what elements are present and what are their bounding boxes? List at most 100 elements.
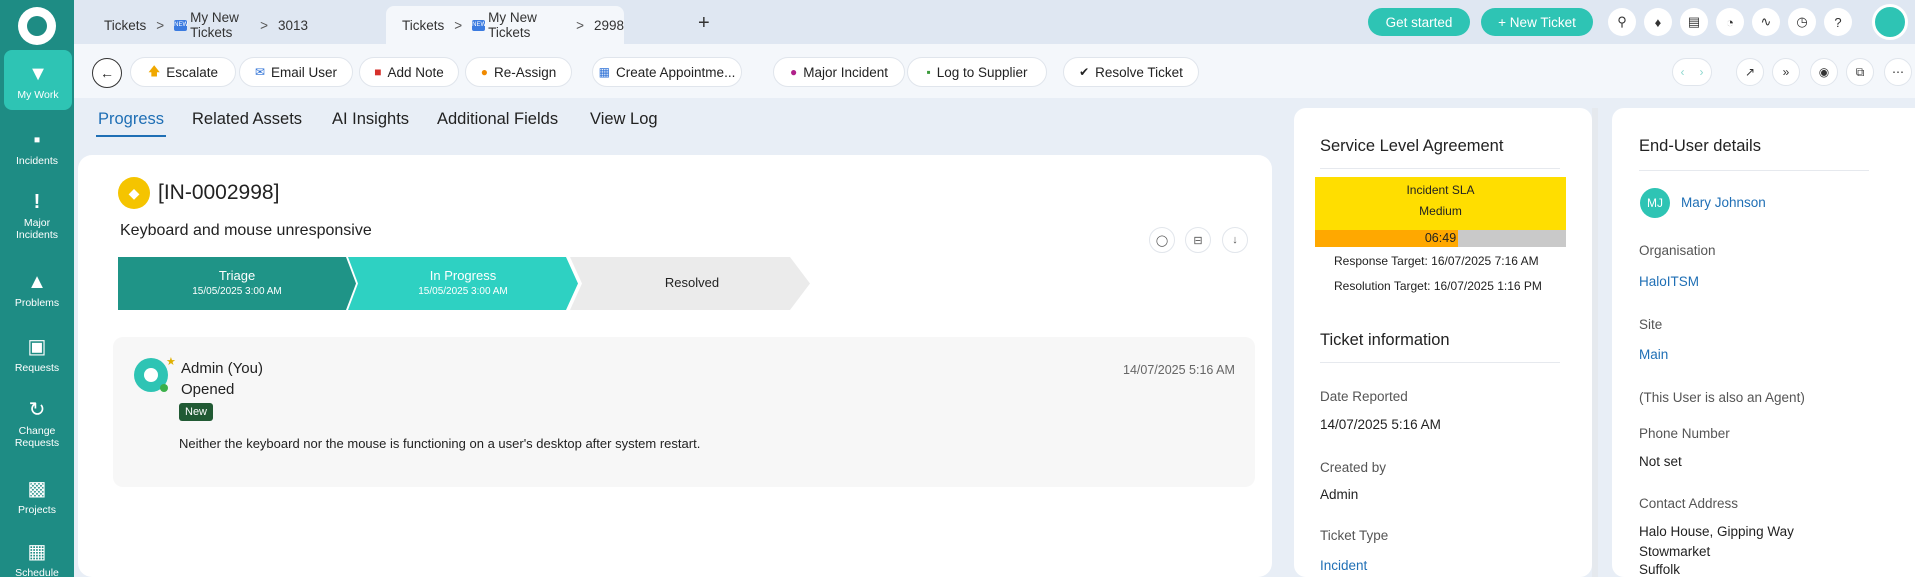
sidebar-item-incidents[interactable]: ▪ Incidents bbox=[0, 128, 74, 167]
tab-ticket-3013[interactable]: Tickets > NEW My New Tickets > 3013 bbox=[88, 6, 308, 44]
ticket-id: [IN-0002998] bbox=[158, 181, 280, 204]
action-label: Log to Supplier bbox=[936, 64, 1028, 80]
exclamation-icon: ! bbox=[33, 191, 41, 213]
double-chevron-icon[interactable]: » bbox=[1772, 58, 1800, 86]
escalate-button[interactable]: 🡅 Escalate bbox=[130, 57, 236, 87]
organisation-link[interactable]: HaloITSM bbox=[1639, 274, 1699, 289]
status-badge: New bbox=[179, 403, 214, 421]
clipboard-icon[interactable]: ▤ bbox=[1680, 8, 1708, 36]
address-line-1: Halo House, Gipping Way bbox=[1639, 524, 1794, 539]
add-tab-button[interactable]: + bbox=[698, 12, 710, 35]
collapse-icon[interactable]: ⊟ bbox=[1185, 227, 1211, 253]
ticket-title: Keyboard and mouse unresponsive bbox=[120, 222, 372, 239]
sidebar-item-label: Schedule bbox=[15, 567, 59, 577]
site-label: Site bbox=[1639, 317, 1663, 332]
chevron-left-icon[interactable]: ‹ bbox=[1681, 65, 1685, 79]
top-bar: Tickets > NEW My New Tickets > 3013 Tick… bbox=[74, 0, 1915, 44]
email-user-button[interactable]: ✉ Email User bbox=[239, 57, 353, 87]
add-note-button[interactable]: ■ Add Note bbox=[359, 57, 459, 87]
note-body: Neither the keyboard nor the mouse is fu… bbox=[179, 436, 701, 451]
created-by-label: Created by bbox=[1320, 460, 1387, 475]
end-user-title: End-User details bbox=[1639, 137, 1761, 155]
action-label: Add Note bbox=[387, 64, 444, 80]
sidebar-item-major-incidents[interactable]: ! Major Incidents bbox=[0, 190, 74, 241]
sidebar-item-requests[interactable]: ▣ Requests bbox=[0, 335, 74, 374]
ticket-type-icon: ◆ bbox=[118, 177, 150, 209]
stage-date: 15/05/2025 3:00 AM bbox=[418, 286, 508, 297]
tab-ticket-2998[interactable]: Tickets > NEW My New Tickets > 2998 bbox=[386, 6, 624, 44]
get-started-button[interactable]: Get started bbox=[1368, 8, 1470, 36]
check-icon: ✔ bbox=[1079, 65, 1090, 79]
eye-icon[interactable]: ◉ bbox=[1810, 58, 1838, 86]
user-avatar[interactable] bbox=[1872, 4, 1908, 40]
breadcrumb-separator: > bbox=[156, 17, 165, 33]
tab-root: Tickets bbox=[104, 17, 147, 33]
more-icon[interactable]: ⋯ bbox=[1884, 58, 1912, 86]
dashboard-icon[interactable]: ◔ bbox=[1716, 8, 1744, 36]
online-status-dot bbox=[160, 384, 168, 392]
tab-name: My New Tickets bbox=[488, 10, 537, 40]
log-to-supplier-button[interactable]: ▪ Log to Supplier bbox=[907, 57, 1047, 87]
agent-note: (This User is also an Agent) bbox=[1639, 390, 1805, 405]
chevron-right-icon[interactable]: › bbox=[1700, 65, 1704, 79]
create-appointment-button[interactable]: ▦ Create Appointme... bbox=[592, 57, 742, 87]
breadcrumb-separator: > bbox=[260, 17, 268, 33]
stage-triage: Triage 15/05/2025 3:00 AM bbox=[118, 257, 356, 310]
sidebar-item-label: Change Requests bbox=[14, 425, 60, 449]
share-icon[interactable]: ⧉ bbox=[1846, 58, 1874, 86]
external-link-icon[interactable]: ↗ bbox=[1736, 58, 1764, 86]
phone-value: Not set bbox=[1639, 454, 1682, 469]
major-incident-button[interactable]: ● Major Incident bbox=[773, 57, 905, 87]
breadcrumb-separator: > bbox=[454, 17, 463, 33]
pin-icon: ▼ bbox=[28, 63, 48, 85]
tab-additional-fields[interactable]: Additional Fields bbox=[437, 110, 558, 129]
clock-icon[interactable]: ◷ bbox=[1788, 8, 1816, 36]
rss-icon[interactable]: ∿ bbox=[1752, 8, 1780, 36]
divider bbox=[1639, 170, 1869, 171]
exclamation-circle-icon: ● bbox=[789, 65, 798, 79]
arrow-left-icon: ← bbox=[100, 65, 114, 81]
new-icon: NEW bbox=[472, 19, 486, 31]
tab-view-log[interactable]: View Log bbox=[590, 110, 658, 129]
sidebar-item-label: Problems bbox=[14, 297, 60, 309]
bell-icon[interactable]: ♦ bbox=[1644, 8, 1672, 36]
search-icon[interactable]: ⚲ bbox=[1608, 8, 1636, 36]
site-link[interactable]: Main bbox=[1639, 347, 1668, 362]
new-ticket-button[interactable]: + New Ticket bbox=[1481, 8, 1593, 36]
address-line-3: Suffolk bbox=[1639, 562, 1681, 577]
ticket-icon: ▪ bbox=[33, 129, 41, 151]
envelope-icon: ✉ bbox=[254, 65, 266, 79]
re-assign-button[interactable]: ● Re-Assign bbox=[465, 57, 572, 87]
action-label: Email User bbox=[271, 64, 338, 80]
truck-icon: ▪ bbox=[926, 65, 931, 79]
note-timestamp: 14/07/2025 5:16 AM bbox=[1123, 363, 1235, 377]
ticket-info-title: Ticket information bbox=[1320, 331, 1450, 349]
halo-logo[interactable] bbox=[18, 7, 56, 45]
sidebar-item-my-work[interactable]: ▼ My Work bbox=[4, 50, 72, 110]
action-label: Escalate bbox=[166, 64, 219, 80]
ticket-type-link[interactable]: Incident bbox=[1320, 558, 1367, 573]
sidebar-item-projects[interactable]: ▩ Projects bbox=[0, 477, 74, 516]
calendar-icon: ▦ bbox=[598, 65, 610, 79]
sidebar-item-change-requests[interactable]: ↻ Change Requests bbox=[0, 398, 74, 449]
comment-icon[interactable]: ◯ bbox=[1149, 227, 1175, 253]
tab-id: 3013 bbox=[277, 17, 308, 33]
tab-progress[interactable]: Progress bbox=[98, 110, 164, 129]
end-user-name-link[interactable]: Mary Johnson bbox=[1681, 195, 1766, 210]
tab-root: Tickets bbox=[402, 17, 445, 33]
resolve-ticket-button[interactable]: ✔ Resolve Ticket bbox=[1063, 57, 1199, 87]
tab-related-assets[interactable]: Related Assets bbox=[192, 110, 302, 129]
sidebar-item-schedule[interactable]: ▦ Schedule bbox=[0, 540, 74, 577]
trophy-icon: ★ bbox=[166, 356, 176, 368]
back-button[interactable]: ← bbox=[92, 58, 122, 88]
sla-name: Incident SLA bbox=[1406, 183, 1475, 197]
users-icon: ● bbox=[480, 65, 488, 79]
help-icon[interactable]: ? bbox=[1824, 8, 1852, 36]
download-icon[interactable]: ↓ bbox=[1222, 227, 1248, 253]
tab-ai-insights[interactable]: AI Insights bbox=[332, 110, 409, 129]
arrow-up-icon: 🡅 bbox=[147, 63, 161, 78]
breadcrumb-separator: > bbox=[576, 17, 584, 33]
action-label: Re-Assign bbox=[493, 64, 557, 80]
stage-label: In Progress bbox=[429, 268, 497, 283]
sidebar-item-problems[interactable]: ▲ Problems bbox=[0, 270, 74, 309]
